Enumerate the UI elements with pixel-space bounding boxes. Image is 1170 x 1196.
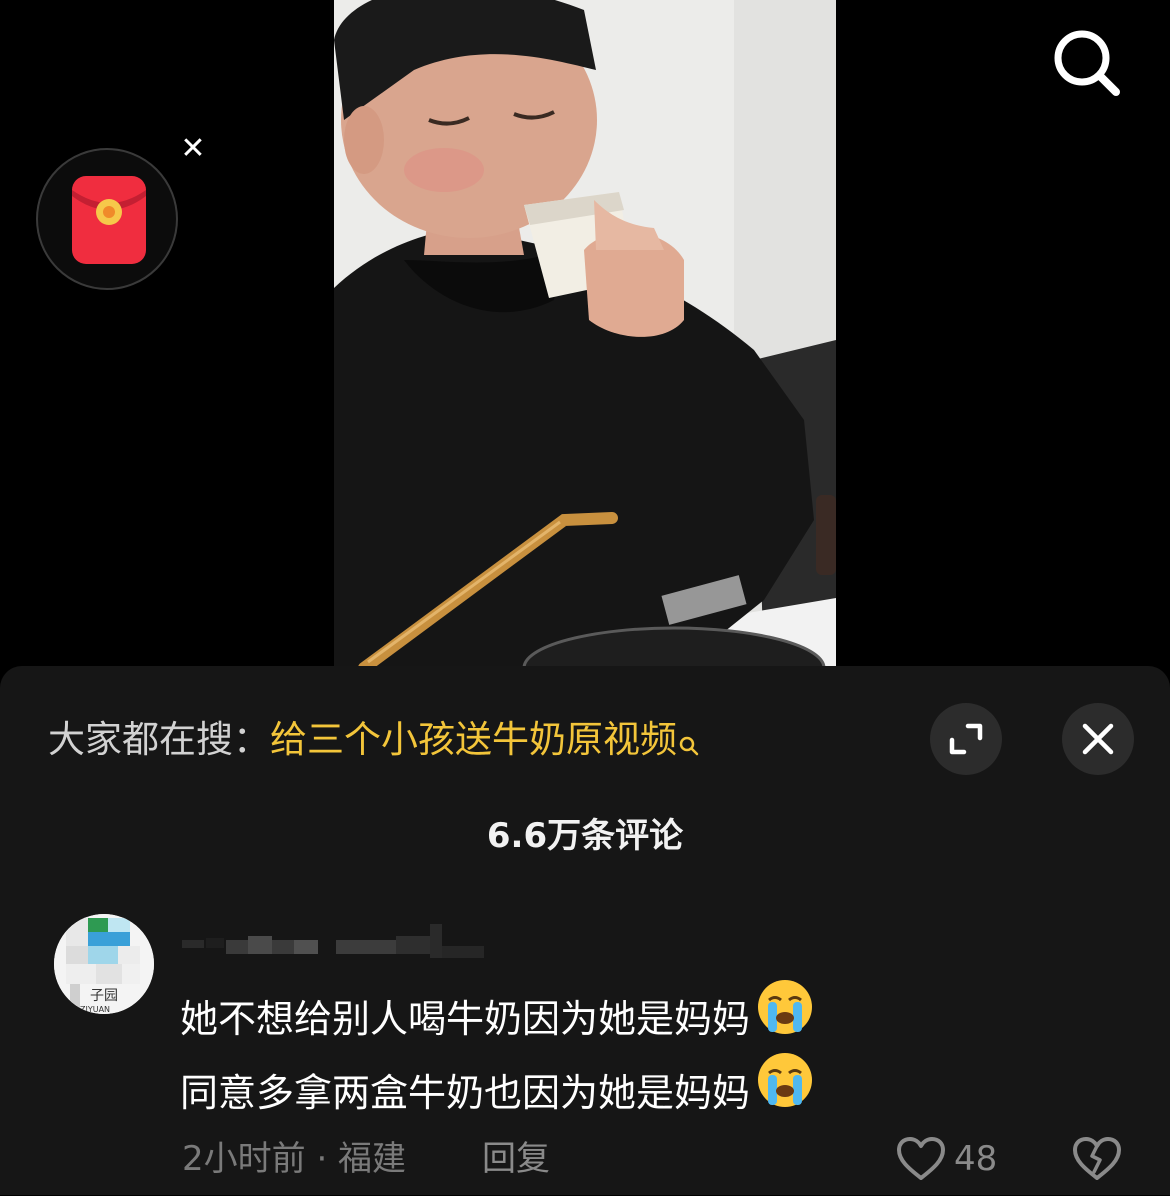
video-player[interactable]: ✕ [0, 0, 1170, 668]
comment-text: 她不想给别人喝牛奶因为她是妈妈 同意多拿两盒牛奶也因为她是妈妈 [180, 979, 814, 1132]
expand-icon [949, 723, 983, 755]
avatar-logo-subtext: ZIYUAN [80, 1005, 110, 1014]
like-button[interactable] [896, 1136, 946, 1186]
comment-line-2-text: 同意多拿两盒牛奶也因为她是妈妈 [180, 1070, 751, 1115]
comment-panel: 大家都在搜：给三个小孩送牛奶原视频 6.6万条评论 子园 ZIYUAN 她不想给… [0, 666, 1170, 1195]
hot-search-prefix: 大家都在搜： [48, 718, 270, 761]
like-count: 48 [954, 1139, 998, 1179]
close-icon: ✕ [180, 131, 206, 166]
search-small-icon [677, 718, 701, 774]
heart-icon [897, 1137, 945, 1180]
comment-count: 6.6万条评论 [486, 816, 684, 856]
red-packet-icon [72, 176, 146, 264]
broken-heart-icon [1073, 1137, 1121, 1180]
video-frame[interactable] [334, 0, 836, 668]
hot-search-query[interactable]: 给三个小孩送牛奶原视频 [270, 718, 677, 761]
video-thumbnail [334, 0, 836, 668]
dislike-button[interactable] [1072, 1134, 1122, 1188]
redpacket-close-button[interactable]: ✕ [174, 130, 212, 168]
search-button[interactable] [1050, 26, 1122, 98]
comment-item: 子园 ZIYUAN 她不想给别人喝牛奶因为她是妈妈 同意多拿两盒牛奶也因为她是妈… [0, 906, 1170, 1196]
red-packet-widget[interactable] [36, 148, 178, 290]
close-icon [1082, 723, 1114, 755]
avatar[interactable]: 子园 ZIYUAN [54, 914, 154, 1014]
comment-meta: 2小时前 · 福建 [182, 1139, 407, 1179]
username-blurred[interactable] [182, 922, 492, 962]
hot-search-bar[interactable]: 大家都在搜：给三个小孩送牛奶原视频 [48, 712, 701, 774]
comment-line-2: 同意多拿两盒牛奶也因为她是妈妈 [180, 1053, 814, 1132]
close-panel-button[interactable] [1062, 703, 1134, 775]
crying-face-emoji-icon [756, 1051, 814, 1131]
comment-line-1-text: 她不想给别人喝牛奶因为她是妈妈 [180, 997, 751, 1041]
crying-face-emoji-icon [756, 978, 814, 1058]
search-icon [1054, 30, 1120, 96]
reply-button[interactable]: 回复 [482, 1134, 550, 1184]
avatar-logo-text: 子园 [90, 988, 118, 1004]
comment-line-1: 她不想给别人喝牛奶因为她是妈妈 [180, 979, 814, 1058]
expand-button[interactable] [930, 703, 1002, 775]
